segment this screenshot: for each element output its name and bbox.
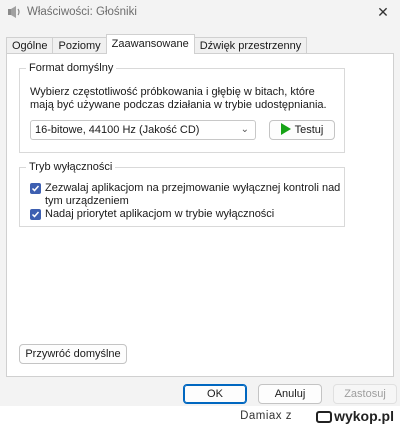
wykop-logo: wykop.pl	[316, 408, 394, 424]
window-title: Właściwości: Głośniki	[27, 6, 137, 18]
allow-exclusive-control-checkbox[interactable]	[30, 183, 41, 194]
allow-exclusive-control-label: Zezwalaj aplikacjom na przejmowanie wyłą…	[45, 182, 341, 207]
apply-button[interactable]: Zastosuj	[333, 384, 397, 404]
chevron-down-icon: ⌄	[240, 124, 249, 135]
cancel-button[interactable]: Anuluj	[258, 384, 322, 404]
format-select[interactable]: 16-bitowe, 44100 Hz (Jakość CD) ⌄	[30, 120, 256, 140]
exclusive-mode-group: Tryb wyłączności Zezwalaj aplikacjom na …	[19, 161, 345, 227]
tab-spatial-sound[interactable]: Dźwięk przestrzenny	[193, 37, 308, 54]
title-bar: Właściwości: Głośniki ✕	[0, 0, 400, 26]
close-icon: ✕	[377, 3, 389, 20]
test-button[interactable]: Testuj	[269, 120, 335, 140]
tab-levels[interactable]: Poziomy	[52, 37, 107, 54]
tab-panel: Format domyślny Wybierz częstotliwość pr…	[6, 53, 394, 377]
properties-window: Właściwości: Głośniki ✕ Ogólne Poziomy Z…	[0, 0, 400, 406]
exclusive-mode-legend: Tryb wyłączności	[26, 161, 116, 174]
default-format-group: Format domyślny Wybierz częstotliwość pr…	[19, 62, 345, 153]
restore-defaults-button[interactable]: Przywróć domyślne	[19, 344, 127, 364]
tab-general[interactable]: Ogólne	[6, 37, 54, 54]
watermark-user: Damiax z	[240, 410, 292, 422]
close-button[interactable]: ✕	[366, 0, 400, 24]
tab-advanced[interactable]: Zaawansowane	[105, 34, 195, 54]
dialog-footer: OK Anuluj Zastosuj	[0, 377, 400, 406]
prioritize-exclusive-checkbox[interactable]	[30, 209, 41, 220]
speaker-icon	[6, 4, 22, 20]
format-select-value: 16-bitowe, 44100 Hz (Jakość CD)	[35, 124, 200, 136]
watermark-site: wykop.pl	[334, 408, 394, 424]
default-format-legend: Format domyślny	[26, 62, 117, 75]
wykop-logo-icon	[316, 411, 333, 423]
test-button-label: Testuj	[294, 124, 324, 136]
checkmark-icon	[31, 185, 40, 192]
prioritize-exclusive-label: Nadaj priorytet aplikacjom w trybie wyłą…	[45, 208, 275, 220]
default-format-description: Wybierz częstotliwość próbkowania i głęb…	[30, 86, 327, 111]
tab-bar: Ogólne Poziomy Zaawansowane Dźwięk przes…	[6, 34, 308, 54]
checkmark-icon	[31, 211, 40, 218]
play-icon	[280, 123, 291, 135]
ok-button[interactable]: OK	[183, 384, 247, 404]
watermark-bar: Damiax z wykop.pl	[0, 406, 400, 426]
